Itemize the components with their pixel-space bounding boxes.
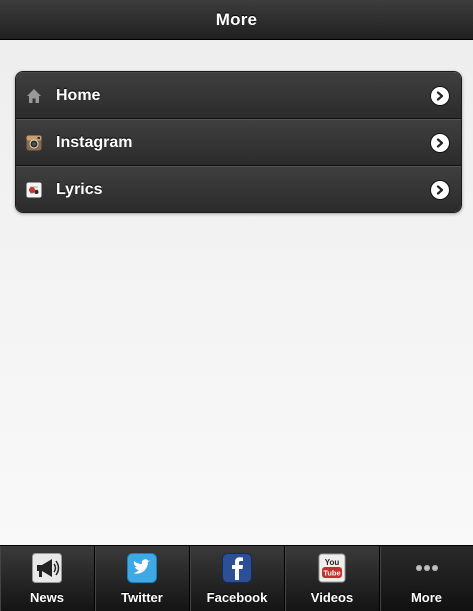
tab-label: Facebook <box>206 590 268 605</box>
home-icon <box>26 88 42 104</box>
chevron-right-icon <box>431 86 449 105</box>
megaphone-icon <box>32 553 62 583</box>
chevron-right-icon <box>431 180 449 199</box>
chevron-right-icon <box>431 133 449 152</box>
tab-videos[interactable]: You Tube Videos <box>285 546 380 611</box>
youtube-icon: You Tube <box>317 553 347 583</box>
tab-twitter[interactable]: Twitter <box>95 546 190 611</box>
instagram-icon <box>26 135 42 151</box>
page-title: More <box>215 9 258 29</box>
menu-item-label: Instagram <box>56 133 133 151</box>
tab-more[interactable]: More <box>380 546 473 611</box>
tab-facebook[interactable]: Facebook <box>190 546 285 611</box>
more-menu-list: Home Instagram Lyrics <box>15 71 462 213</box>
menu-item-instagram[interactable]: Instagram <box>16 119 461 166</box>
svg-text:You: You <box>325 558 340 567</box>
svg-text:Tube: Tube <box>323 569 340 578</box>
tab-bar: News Twitter Facebook You Tube Videos Mo… <box>0 545 473 611</box>
menu-item-label: Lyrics <box>56 180 103 198</box>
content-area: Home Instagram Lyrics <box>0 40 473 545</box>
tab-news[interactable]: News <box>0 546 95 611</box>
menu-item-label: Home <box>56 86 101 104</box>
tab-label: Twitter <box>121 590 163 605</box>
lyrics-icon <box>26 182 42 198</box>
tab-label: More <box>410 590 443 605</box>
twitter-icon <box>127 553 157 583</box>
header-bar: More <box>0 0 473 40</box>
tab-label: Videos <box>310 590 354 605</box>
menu-item-lyrics[interactable]: Lyrics <box>16 166 461 212</box>
menu-item-home[interactable]: Home <box>16 72 461 119</box>
tab-label: News <box>30 590 64 605</box>
more-dots-icon <box>412 553 442 583</box>
facebook-icon <box>222 553 252 583</box>
